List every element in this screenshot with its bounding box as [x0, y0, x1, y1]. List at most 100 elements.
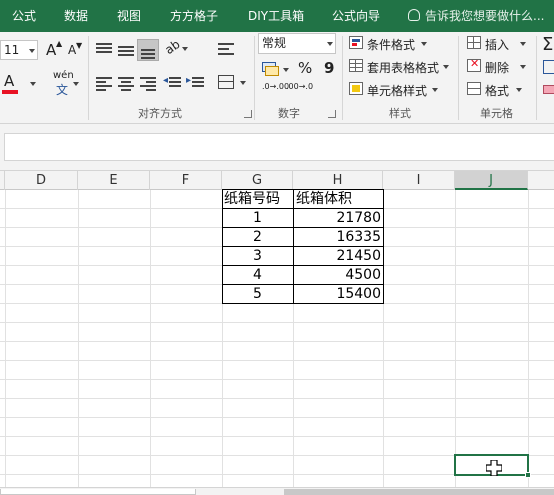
tab-fangfang[interactable]: 方方格子 — [170, 0, 218, 32]
group-label-alignment: 对齐方式 — [138, 107, 182, 120]
align-top-icon[interactable] — [96, 42, 112, 56]
table-cell-box-number[interactable]: 5 — [222, 285, 293, 305]
align-bottom-icon[interactable] — [137, 39, 159, 61]
grid-line — [0, 417, 554, 418]
table-border — [222, 246, 384, 247]
shrink-font-caret-icon: ▼ — [76, 41, 83, 50]
table-cell-box-number[interactable]: 1 — [222, 209, 293, 229]
table-border — [222, 227, 384, 228]
increase-decimal-icon: .0→.00 — [262, 82, 290, 91]
clear-eraser-icon[interactable] — [543, 85, 554, 94]
table-cell-box-number[interactable]: 2 — [222, 228, 293, 248]
decrease-decimal-button[interactable]: .00→.0 — [286, 82, 313, 100]
increase-decimal-button[interactable]: .0→.00 — [262, 82, 290, 100]
align-middle-icon[interactable] — [118, 42, 134, 56]
format-as-table-icon — [349, 59, 363, 72]
conditional-formatting-label: 条件格式 — [367, 38, 416, 52]
tab-diy-toolbox[interactable]: DIY工具箱 — [248, 0, 304, 32]
delete-cells-icon: ✕ — [467, 57, 481, 72]
grow-font-caret-icon: ▲ — [56, 39, 63, 48]
chevron-down-icon — [240, 81, 246, 85]
accounting-format-icon[interactable] — [262, 61, 289, 77]
column-header-h[interactable]: H — [293, 171, 383, 190]
align-right-icon[interactable] — [140, 76, 156, 91]
tab-formula-wizard[interactable]: 公式向导 — [332, 0, 380, 32]
table-cell-box-number[interactable]: 4 — [222, 266, 293, 286]
tab-view[interactable]: 视图 — [117, 0, 141, 32]
tab-data[interactable]: 数据 — [64, 0, 88, 32]
column-header-partial[interactable] — [528, 171, 554, 190]
orientation-icon[interactable]: ab — [162, 37, 188, 57]
font-size-value: 11 — [4, 43, 20, 57]
increase-indent-icon[interactable]: ▸ — [186, 75, 204, 90]
table-border — [222, 284, 384, 285]
sheet-tab-area[interactable] — [0, 489, 196, 495]
font-size-select[interactable]: 11 — [0, 40, 38, 60]
decrease-indent-icon[interactable]: ◂ — [163, 75, 181, 90]
column-header-g[interactable]: G — [222, 171, 293, 190]
chevron-down-icon — [73, 82, 79, 86]
column-header-j[interactable]: J — [455, 171, 528, 190]
align-center-icon[interactable] — [118, 76, 134, 91]
autosum-icon[interactable]: Σ — [542, 34, 553, 55]
group-separator — [342, 36, 343, 120]
shrink-font-button[interactable]: A — [68, 43, 76, 57]
tab-formulas[interactable]: 公式 — [12, 0, 36, 32]
table-cell-box-number[interactable]: 3 — [222, 247, 293, 267]
table-cell-box-volume[interactable]: 21780 — [293, 209, 381, 229]
grid-line — [528, 190, 529, 487]
number-format-value: 常规 — [262, 36, 287, 50]
group-label-number: 数字 — [278, 107, 300, 120]
comma-style-button[interactable]: 9 — [324, 59, 334, 77]
chevron-down-icon — [327, 42, 333, 46]
chevron-down-icon — [432, 88, 438, 92]
fill-icon[interactable] — [543, 60, 554, 74]
table-cell-box-volume[interactable]: 15400 — [293, 285, 381, 305]
horizontal-scrollbar[interactable] — [284, 489, 554, 495]
column-header-i[interactable]: I — [383, 171, 455, 190]
percent-style-button[interactable]: % — [298, 59, 312, 77]
lightbulb-icon — [408, 9, 420, 21]
group-separator — [536, 36, 537, 120]
format-cells-icon — [467, 82, 481, 95]
fill-handle[interactable] — [525, 472, 531, 478]
wrap-text-icon[interactable] — [218, 41, 234, 57]
column-header-f[interactable]: F — [150, 171, 222, 190]
grid-line — [0, 322, 554, 323]
cell-styles-label: 单元格样式 — [367, 84, 428, 98]
grid-line — [78, 190, 79, 487]
number-dialog-launcher-icon[interactable] — [328, 110, 336, 118]
table-header-cell-box-number[interactable]: 纸箱号码 — [224, 190, 292, 210]
cell-styles-icon — [349, 82, 363, 95]
group-label-styles: 样式 — [389, 107, 411, 120]
merge-center-icon[interactable] — [218, 75, 246, 91]
chevron-down-icon — [30, 82, 36, 86]
column-header-d[interactable]: D — [5, 171, 78, 190]
ribbon: 11 A ▲ A ▼ A wén 文 ab ◂ ▸ 对齐方式 常规 % 9 .0… — [0, 32, 554, 124]
conditional-formatting-icon — [349, 36, 363, 49]
column-header-e[interactable]: E — [78, 171, 150, 190]
table-cell-box-volume[interactable]: 4500 — [293, 266, 381, 286]
grow-font-button[interactable]: A — [46, 41, 56, 59]
insert-cells-label: 插入 — [485, 38, 510, 52]
chevron-down-icon — [520, 42, 526, 46]
number-format-select[interactable]: 常规 — [258, 33, 336, 54]
alignment-dialog-launcher-icon[interactable] — [244, 110, 252, 118]
table-header-cell-box-volume[interactable]: 纸箱体积 — [296, 190, 382, 210]
table-border — [222, 265, 384, 266]
formula-input[interactable] — [4, 133, 554, 161]
chevron-down-icon — [29, 49, 35, 53]
group-label-cells: 单元格 — [480, 107, 513, 120]
grid-line — [0, 341, 554, 342]
tell-me-search[interactable]: 告诉我您想要做什么... — [408, 0, 544, 32]
table-cell-box-volume[interactable]: 16335 — [293, 228, 381, 248]
phonetic-top-label: wén — [53, 70, 74, 81]
chevron-down-icon — [520, 65, 526, 69]
tell-me-text: 告诉我您想要做什么... — [425, 9, 545, 23]
align-left-icon[interactable] — [96, 76, 112, 91]
chevron-down-icon — [283, 68, 289, 72]
font-color-bar-icon — [2, 90, 18, 94]
table-cell-box-volume[interactable]: 21450 — [293, 247, 381, 267]
phonetic-bottom-label: 文 — [56, 83, 69, 97]
insert-cells-icon — [467, 36, 481, 49]
